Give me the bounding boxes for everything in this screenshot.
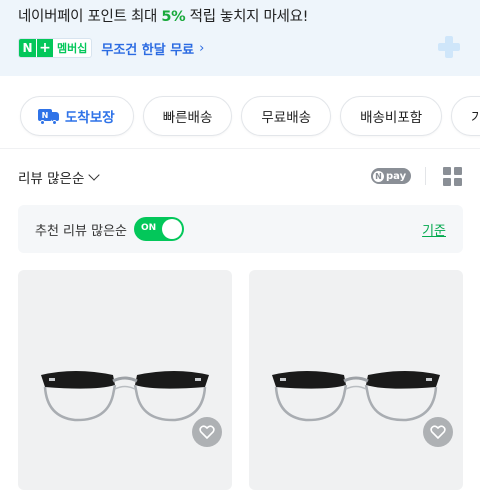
promo-percent: 5% [161,9,186,25]
free-month-label: 무조건 한달 무료 [101,42,195,58]
plus-icon: + [36,39,53,57]
npay-label: pay [386,170,407,182]
npay-n-logo: N [373,170,384,182]
chip-label: 도착보장 [65,110,115,126]
naver-plus-membership-badge: N + 멤버십 [18,38,93,58]
recommend-toggle[interactable]: ON [134,217,184,241]
chevron-down-icon [88,168,101,181]
product-card[interactable] [249,270,463,490]
toggle-on-label: ON [141,223,157,233]
glasses-product-image [41,371,209,422]
heart-icon [199,425,215,439]
wishlist-button[interactable] [192,417,222,447]
promo-headline-post: 적립 놓치지 마세요! [185,9,309,25]
sort-label: 리뷰 많은순 [18,171,85,187]
vertical-divider [425,167,426,185]
recommend-label: 추천 리뷰 많은순 [35,224,127,239]
criteria-link[interactable]: 기준 [422,220,446,239]
product-card[interactable] [18,270,232,490]
membership-label: 멤버십 [57,42,88,55]
wishlist-button[interactable] [423,417,453,447]
heart-icon [430,425,446,439]
chip-shipping-included[interactable]: 배송비포함 [340,96,443,136]
promo-headline: 네이버페이 포인트 최대 5% 적립 놓치지 마세요! [18,5,308,26]
truck-icon: N [38,108,60,125]
chevron-right-icon: › [199,40,205,56]
chip-free-shipping[interactable]: 무료배송 [241,96,332,136]
glasses-product-image [272,371,440,422]
chip-label: 무료배송 [261,110,312,126]
naver-n-logo: N [19,39,36,57]
free-month-link[interactable]: 무조건 한달 무료 › [101,39,204,58]
toggle-knob [162,219,182,239]
chip-fast-delivery[interactable]: 빠른배송 [142,96,233,136]
recommend-sort-bar: 추천 리뷰 많은순 ON 기준 [18,205,463,253]
grid-view-icon[interactable] [443,167,462,186]
promo-headline-pre: 네이버페이 포인트 최대 [18,9,162,25]
chip-label: 빠른배송 [162,110,213,126]
chip-price[interactable]: 가격 [451,96,480,136]
chip-arrival-guarantee[interactable]: N 도착보장 [20,96,134,136]
npay-filter-toggle[interactable]: N pay [371,168,412,184]
chip-label: 가격 [471,110,480,126]
promo-membership-row[interactable]: N + 멤버십 무조건 한달 무료 › [18,38,204,58]
sort-dropdown[interactable]: 리뷰 많은순 [18,167,101,187]
decorative-plus-icon [438,36,460,58]
filter-chip-bar[interactable]: N 도착보장 빠른배송 무료배송 배송비포함 가격 [0,88,480,144]
section-divider [0,148,480,149]
chip-label: 배송비포함 [360,110,423,126]
promo-banner[interactable]: 네이버페이 포인트 최대 5% 적립 놓치지 마세요! N + 멤버십 무조건 … [0,0,480,76]
